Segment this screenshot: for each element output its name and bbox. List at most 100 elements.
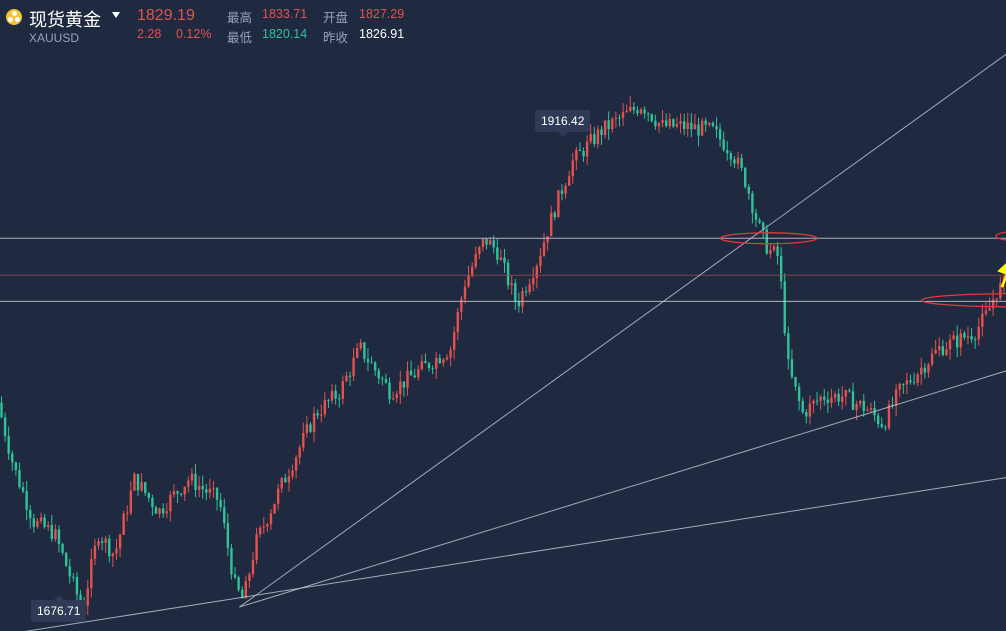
- candle-body: [248, 574, 251, 582]
- candle-body: [424, 361, 427, 364]
- candle-body: [754, 213, 758, 220]
- candle-body: [514, 283, 517, 302]
- candle-body: [165, 511, 168, 514]
- candle-body: [938, 346, 941, 350]
- candle-body: [959, 333, 962, 348]
- candle-body: [841, 396, 844, 402]
- candle-body: [384, 379, 388, 383]
- candle-body: [115, 548, 118, 554]
- candle-body: [233, 574, 237, 578]
- candle-body: [122, 513, 125, 535]
- candle-body: [629, 106, 632, 111]
- candle-body: [169, 494, 172, 512]
- candle-body: [118, 534, 122, 549]
- candle-body: [625, 110, 628, 113]
- candle-body: [506, 262, 510, 286]
- candle-body: [611, 119, 614, 130]
- candle-body: [377, 370, 380, 379]
- candle-body: [395, 394, 398, 399]
- candle-body: [352, 357, 355, 377]
- candle-body: [718, 129, 722, 140]
- candle-body: [100, 541, 104, 543]
- arrows-layer: [997, 256, 1006, 288]
- candle-body: [251, 560, 255, 575]
- high-point-label: 1916.42: [535, 110, 591, 137]
- candle-body: [496, 247, 499, 260]
- instrument-name[interactable]: 现货黄金: [29, 6, 101, 32]
- candle-body: [776, 246, 779, 256]
- candle-body: [963, 333, 966, 338]
- candlestick-chart: [0, 53, 1006, 631]
- candle-body: [956, 335, 959, 348]
- candle-body: [589, 134, 592, 142]
- candle-body: [460, 298, 463, 312]
- candle-body: [704, 120, 707, 125]
- candle-body: [596, 129, 600, 144]
- candle-body: [108, 538, 111, 557]
- candle-body: [435, 357, 438, 369]
- candle-body: [740, 157, 743, 168]
- candle-body: [521, 291, 524, 307]
- candle-body: [916, 374, 919, 383]
- candle-body: [438, 357, 442, 364]
- candle-body: [679, 121, 682, 124]
- candle-body: [603, 120, 607, 135]
- candle-body: [176, 491, 179, 494]
- candle-body: [823, 396, 826, 400]
- candle-body: [47, 525, 50, 528]
- candle-body: [582, 150, 585, 157]
- chevron-down-icon[interactable]: [112, 12, 120, 18]
- candle-body: [334, 390, 337, 399]
- candle-body: [14, 462, 18, 471]
- low-label: 最低: [227, 30, 253, 45]
- candle-body: [481, 238, 485, 248]
- candle-body: [675, 123, 679, 127]
- candle-body: [485, 238, 488, 245]
- candle-body: [790, 359, 794, 378]
- candle-body: [187, 480, 190, 487]
- candle-body: [880, 424, 883, 428]
- candle-body: [909, 380, 912, 383]
- candle-body: [474, 254, 477, 267]
- candle-body: [413, 375, 416, 378]
- candle-body: [927, 364, 930, 373]
- candle-body: [729, 153, 733, 160]
- candle-body: [420, 361, 424, 370]
- candle-body: [876, 415, 880, 425]
- candle-body: [262, 526, 265, 528]
- candle-body: [456, 311, 459, 333]
- candle-body: [981, 313, 984, 327]
- candle-body: [819, 396, 822, 401]
- candle-body: [517, 301, 521, 307]
- overlay-lines-layer: [0, 53, 1006, 631]
- candle-body: [449, 349, 452, 358]
- candle-body: [639, 109, 643, 114]
- candle-body: [151, 497, 154, 508]
- open-label: 开盘: [323, 10, 349, 25]
- candle-body: [363, 342, 366, 359]
- candle-body: [812, 400, 815, 404]
- candle-body: [54, 529, 57, 540]
- candle-body: [230, 548, 233, 575]
- candle-body: [298, 447, 301, 458]
- candle-body: [866, 409, 869, 411]
- candle-body: [467, 275, 470, 287]
- candle-body: [223, 507, 226, 524]
- candle-body: [158, 508, 161, 514]
- instrument-symbol: XAUUSD: [29, 31, 80, 45]
- candle-body: [417, 369, 420, 378]
- candle-body: [858, 400, 862, 404]
- candle-body: [661, 120, 664, 123]
- candle-body: [29, 509, 32, 519]
- candle-body: [700, 120, 704, 136]
- candle-body: [830, 397, 833, 403]
- candle-body: [312, 413, 316, 432]
- candle-body: [90, 558, 93, 589]
- trendline: [239, 53, 1006, 608]
- candle-body: [499, 257, 503, 260]
- candle-body: [305, 424, 309, 433]
- candle-body: [381, 378, 384, 380]
- prev-close-label: 昨收: [323, 30, 349, 45]
- candle-body: [801, 400, 804, 413]
- candle-body: [345, 375, 348, 382]
